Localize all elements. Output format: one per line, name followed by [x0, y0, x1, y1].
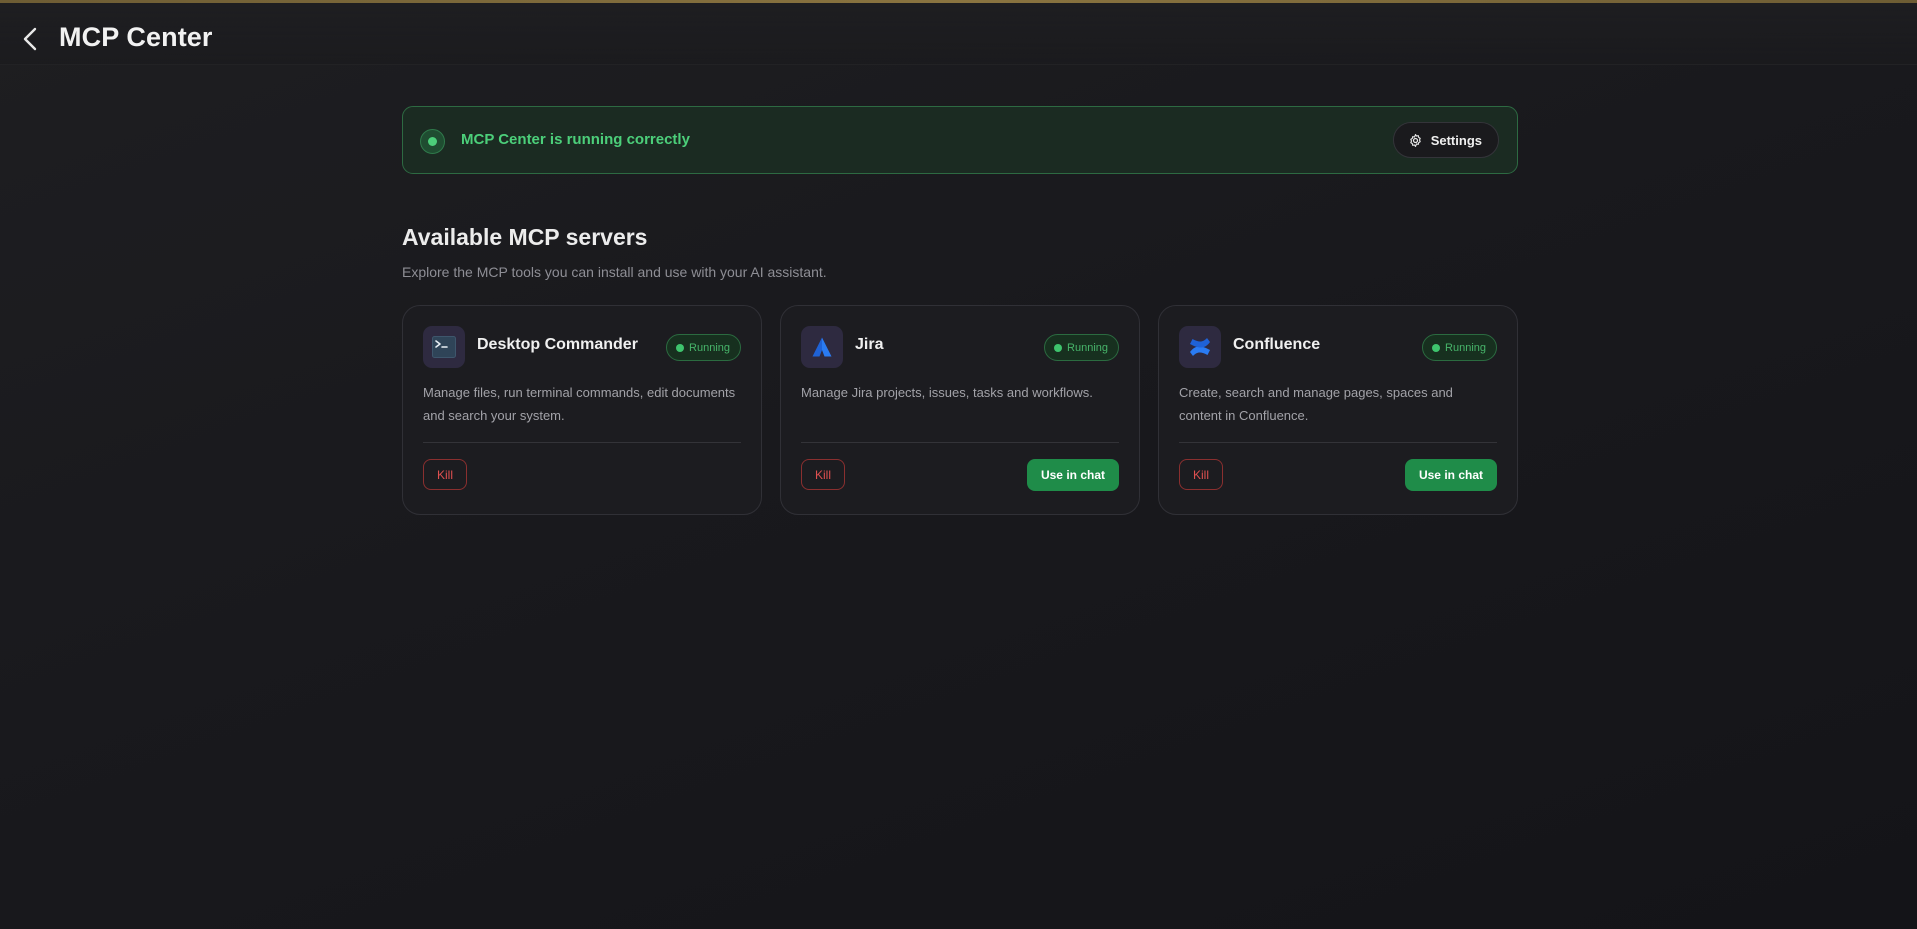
- kill-label: Kill: [1193, 467, 1210, 482]
- server-card-confluence: Confluence Running Create, search and ma…: [1158, 305, 1518, 515]
- running-dot: [676, 343, 685, 352]
- server-card-desktop-commander: Desktop Commander Running Manage files, …: [402, 305, 762, 515]
- status-dot: [428, 137, 437, 146]
- section-title: Available MCP servers: [402, 224, 648, 250]
- status-badge: Running: [666, 334, 741, 361]
- server-description: Manage Jira projects, issues, tasks and …: [801, 385, 1093, 400]
- chevron-left-icon: [23, 27, 37, 51]
- kill-button[interactable]: Kill: [1179, 459, 1224, 490]
- running-dot: [1432, 343, 1441, 352]
- jira-icon: [801, 326, 843, 368]
- status-banner: MCP Center is running correctly Settings: [402, 106, 1518, 174]
- card-divider: [1179, 442, 1497, 443]
- page-title: MCP Center: [59, 22, 213, 52]
- use-in-chat-button[interactable]: Use in chat: [1026, 459, 1119, 491]
- status-badge: Running: [1422, 334, 1497, 361]
- back-button[interactable]: [18, 26, 42, 52]
- use-in-chat-label: Use in chat: [1418, 468, 1483, 482]
- card-divider: [423, 442, 741, 443]
- use-in-chat-button[interactable]: Use in chat: [1404, 459, 1497, 491]
- kill-button[interactable]: Kill: [423, 459, 468, 490]
- running-dot: [1054, 343, 1063, 352]
- status-indicator: [420, 129, 445, 154]
- section-subtitle: Explore the MCP tools you can install an…: [402, 264, 827, 280]
- status-badge-label: Running: [1067, 341, 1108, 354]
- settings-button[interactable]: Settings: [1392, 122, 1499, 158]
- gear-icon: [1409, 133, 1421, 147]
- status-badge-label: Running: [1445, 341, 1486, 354]
- use-in-chat-label: Use in chat: [1040, 468, 1105, 482]
- server-card-jira: Jira Running Manage Jira projects, issue…: [780, 305, 1140, 515]
- app-header: MCP Center: [0, 3, 1917, 65]
- server-name: Desktop Commander: [477, 336, 638, 353]
- status-text: MCP Center is running correctly: [461, 131, 690, 148]
- server-name: Confluence: [1233, 336, 1321, 353]
- status-badge-label: Running: [689, 341, 730, 354]
- confluence-icon: [1179, 326, 1221, 368]
- server-description: Manage files, run terminal commands, edi…: [423, 385, 736, 423]
- kill-label: Kill: [815, 467, 832, 482]
- settings-label: Settings: [1430, 132, 1482, 148]
- kill-button[interactable]: Kill: [801, 459, 846, 490]
- server-description: Create, search and manage pages, spaces …: [1179, 385, 1453, 423]
- card-divider: [801, 442, 1119, 443]
- status-badge: Running: [1044, 334, 1119, 361]
- terminal-icon: [423, 326, 465, 368]
- kill-label: Kill: [437, 467, 454, 482]
- server-name: Jira: [855, 336, 884, 353]
